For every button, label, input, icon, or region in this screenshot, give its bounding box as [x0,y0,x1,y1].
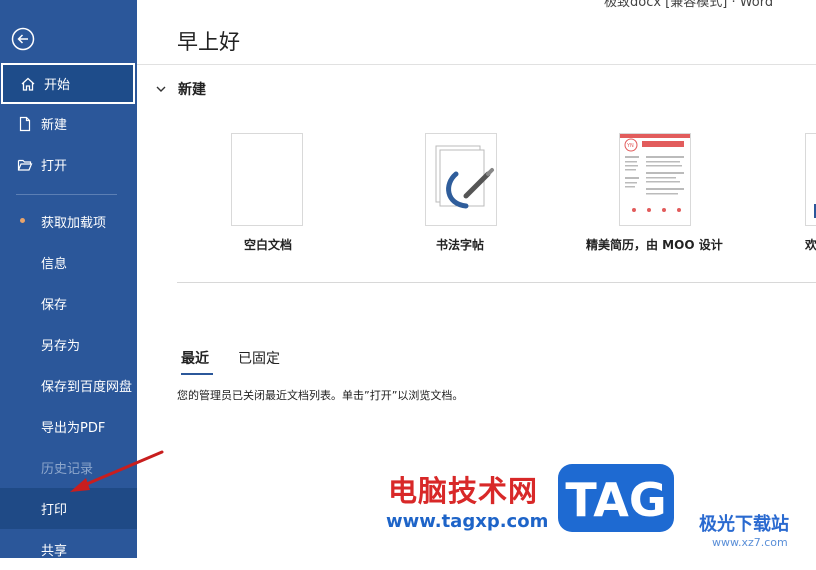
window-title: 极致docx [兼容模式] · Word [604,0,774,10]
sidebar-item-label: 另存为 [41,339,81,354]
section-divider [177,282,816,283]
sidebar-item-info[interactable]: 信息 [0,242,137,283]
sidebar-item-label: 保存到百度网盘 [41,380,133,395]
sidebar-item-label: 开始 [44,78,71,93]
tab-pinned[interactable]: 已固定 [238,348,280,368]
svg-text:YN: YN [626,143,634,149]
sidebar-item-label: 保存 [41,298,68,313]
sidebar-item-share[interactable]: 共享 [0,529,137,570]
template-welcome[interactable]: 欢 [805,133,816,252]
sidebar-item-addins[interactable]: 获取加载项 [0,201,137,242]
sidebar-item-export-pdf[interactable]: 导出为PDF [0,406,137,447]
template-blank-document[interactable]: 空白文档 [231,133,303,252]
new-document-icon [16,115,34,133]
template-label: 精美简历，由 MOO 设计 [586,238,723,252]
new-section-toggle[interactable]: 新建 [154,79,206,99]
sidebar-item-save-as[interactable]: 另存为 [0,324,137,365]
annotation-arrow-icon [70,450,164,492]
sidebar-item-label: 打印 [41,503,68,518]
template-resume-moo[interactable]: YN 精美简历，由 MOO 设计 [586,133,723,252]
calligraphy-brush-icon [435,145,494,209]
sidebar-item-save[interactable]: 保存 [0,283,137,324]
template-label: 空白文档 [244,238,293,252]
sidebar-divider [16,194,117,195]
tab-recent[interactable]: 最近 [181,348,209,368]
back-arrow-icon[interactable] [11,27,35,51]
template-thumbnail [231,133,303,226]
sidebar-item-new[interactable]: 新建 [0,103,137,144]
recent-disabled-notice: 您的管理员已关闭最近文档列表。单击”打开”以浏览文档。 [177,389,464,402]
page-title: 早上好 [177,30,240,54]
sidebar-item-label: 获取加载项 [41,216,107,231]
watermark-brand: 极光下载站 [699,514,789,535]
sidebar-item-save-to-baidu[interactable]: 保存到百度网盘 [0,365,137,406]
template-calligraphy[interactable]: 书法字帖 [425,133,497,252]
sidebar-item-label: 共享 [41,544,68,559]
header-divider [137,64,816,65]
sidebar-item-open[interactable]: 打开 [0,144,137,185]
watermark-site-name: 电脑技术网 [388,474,539,508]
watermark-url: www.tagxp.com [386,511,549,532]
tag-logo-text: TAG [565,473,666,527]
template-thumbnail [805,133,816,226]
sidebar-item-home[interactable]: 开始 [1,63,135,104]
chevron-down-icon [156,86,166,92]
template-label: 书法字帖 [436,238,485,252]
section-title: 新建 [178,82,206,98]
sidebar-item-label: 导出为PDF [41,421,106,436]
welcome-preview-icon [814,204,816,218]
sidebar-item-label: 新建 [41,118,68,133]
template-thumbnail: YN [619,133,691,226]
open-folder-icon [16,156,34,174]
home-icon [19,75,37,93]
resume-preview-icon: YN [620,134,690,212]
template-thumbnail [425,133,497,226]
sidebar-item-label: 打开 [41,159,68,174]
sidebar-item-label: 信息 [41,257,68,272]
template-label: 欢 [805,238,816,252]
tag-logo: TAG [558,464,674,532]
tab-active-indicator [181,373,213,375]
watermark-brand-url: www.xz7.com [712,536,788,549]
